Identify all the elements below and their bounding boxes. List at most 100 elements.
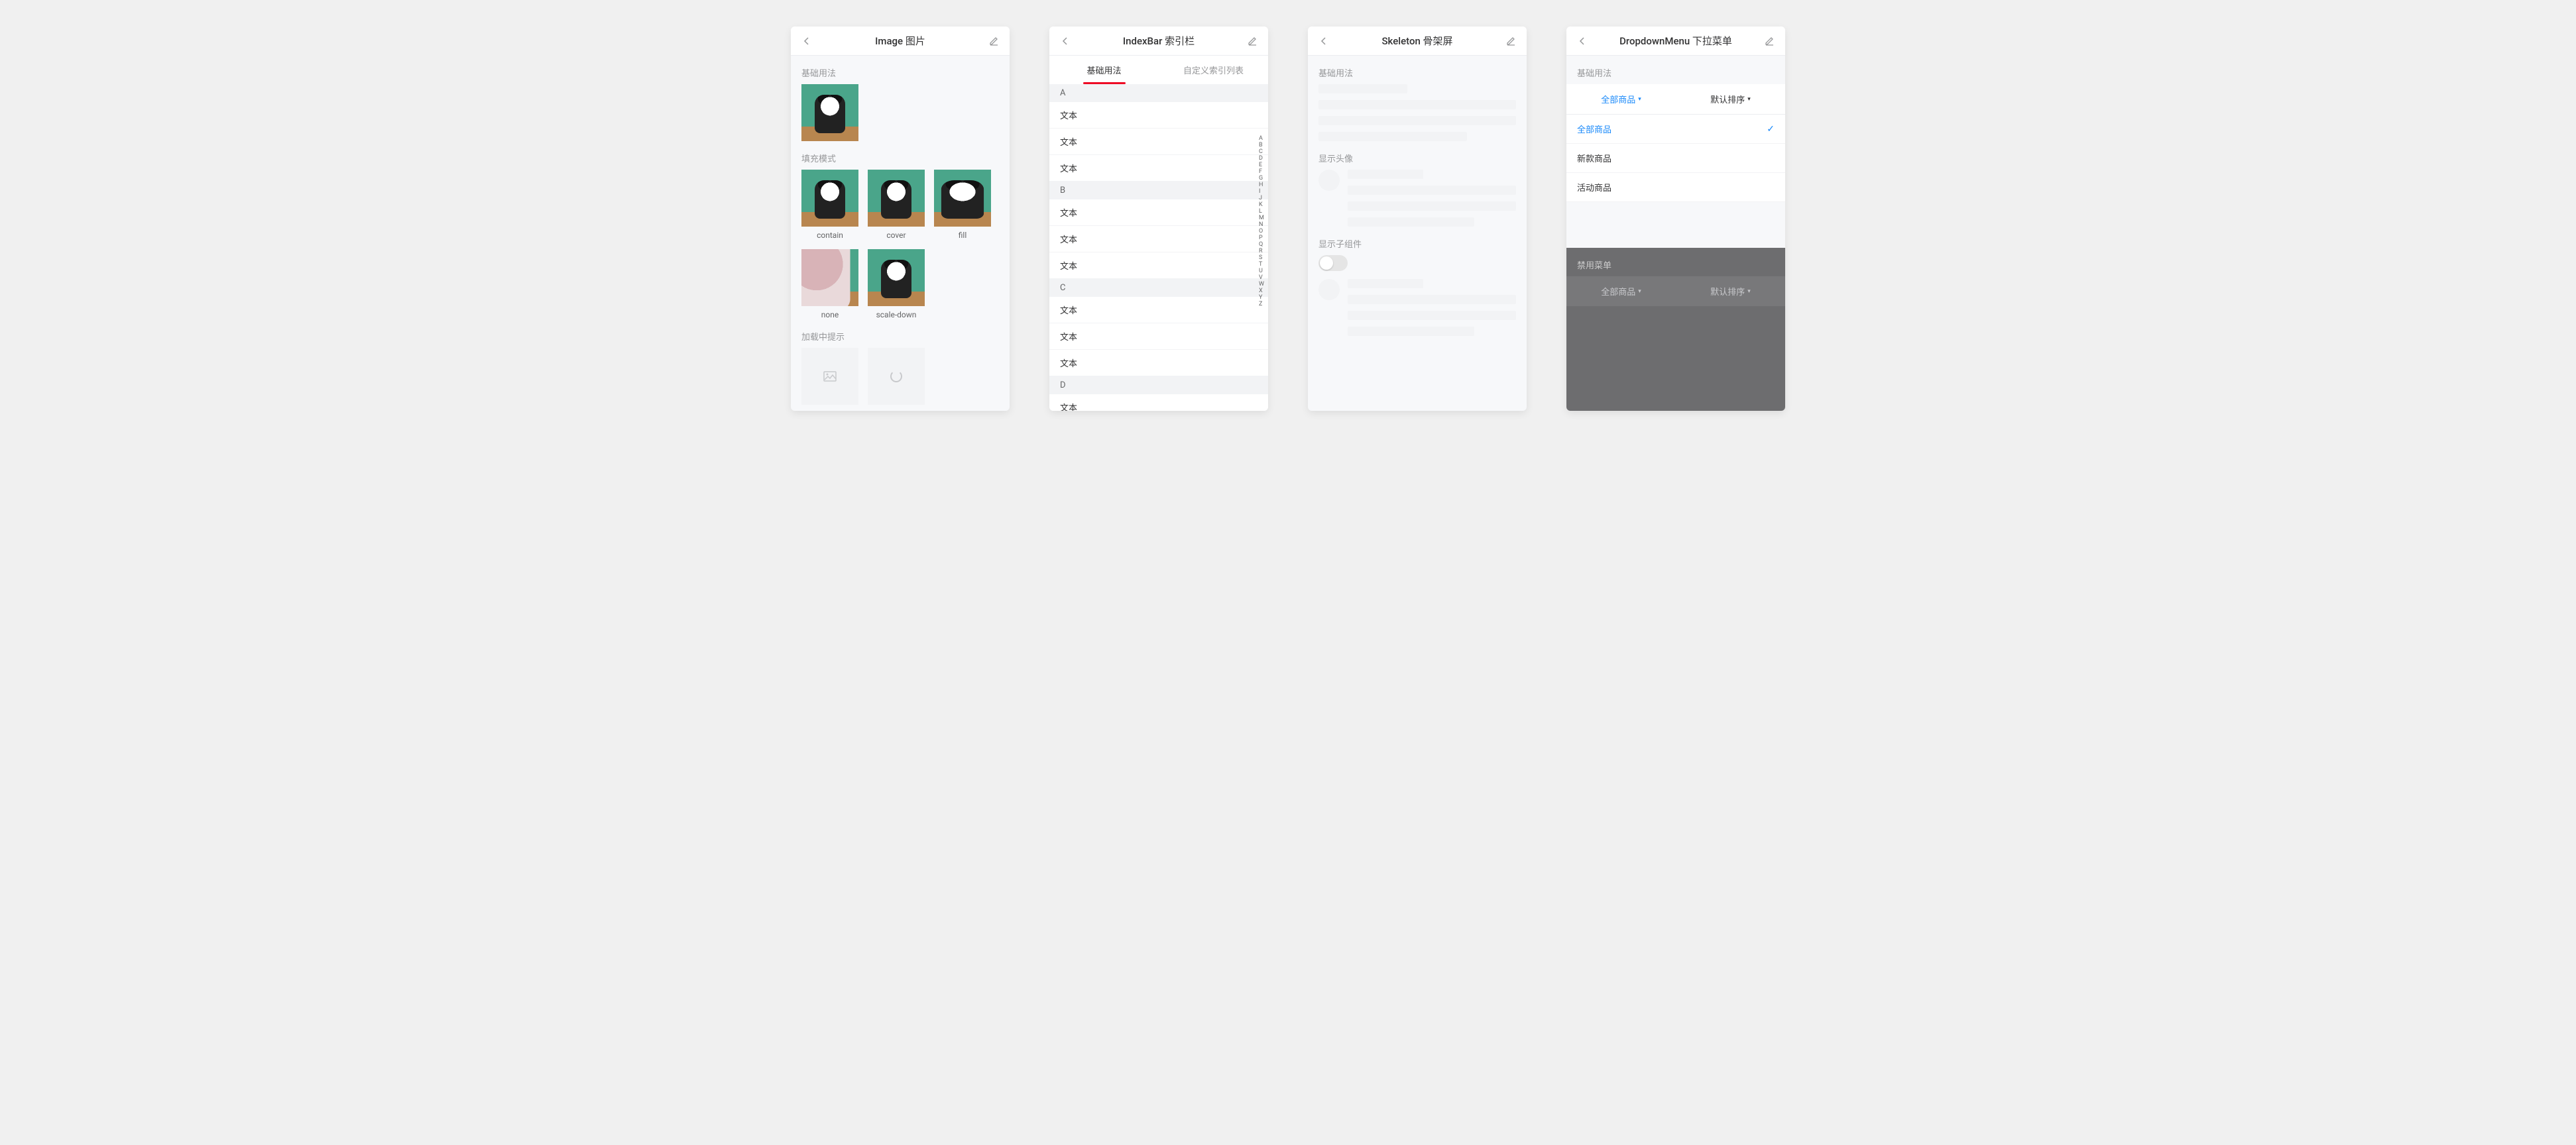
edit-icon[interactable] — [1763, 34, 1776, 48]
mode-label: fill — [959, 231, 967, 240]
tab-basic[interactable]: 基础用法 — [1049, 56, 1159, 84]
index-list[interactable]: A文本文本文本B文本文本文本C文本文本文本D文本 — [1049, 84, 1268, 411]
alpha-letter[interactable]: T — [1259, 261, 1264, 268]
section-child: 显示子组件 — [1308, 227, 1527, 255]
edit-icon[interactable] — [987, 34, 1000, 48]
skeleton-avatar-circle — [1318, 279, 1340, 300]
edit-icon[interactable] — [1246, 34, 1259, 48]
section-avatar: 显示头像 — [1308, 141, 1527, 170]
index-anchor: A — [1049, 84, 1268, 102]
index-cell[interactable]: 文本 — [1049, 102, 1268, 129]
back-icon[interactable] — [1317, 34, 1330, 48]
alpha-letter[interactable]: M — [1259, 215, 1264, 221]
skeleton-row — [1348, 311, 1516, 320]
alpha-letter[interactable]: D — [1259, 155, 1264, 162]
skeleton-basic — [1308, 84, 1527, 141]
alpha-letter[interactable]: E — [1259, 162, 1264, 168]
page-title: Skeleton 骨架屏 — [1381, 34, 1452, 48]
dropdown-options: 全部商品✓新款商品活动商品 — [1566, 115, 1785, 202]
skeleton-avatar — [1308, 170, 1527, 227]
index-cell[interactable]: 文本 — [1049, 129, 1268, 155]
navbar: DropdownMenu 下拉菜单 — [1566, 27, 1785, 56]
skeleton-row — [1348, 295, 1516, 304]
alpha-letter[interactable]: H — [1259, 182, 1264, 188]
image-mode-scale-down: scale-down — [868, 249, 925, 319]
screen-dropdown: DropdownMenu 下拉菜单 基础用法 全部商品 ▾ 默认排序 ▾ 全部商… — [1566, 27, 1785, 411]
alpha-letter[interactable]: B — [1259, 142, 1264, 148]
alpha-letter[interactable]: R — [1259, 248, 1264, 254]
overlay-mask[interactable]: 禁用菜单 全部商品 ▾ 默认排序 ▾ — [1566, 248, 1785, 411]
mode-label: contain — [817, 231, 843, 240]
dropdown-option[interactable]: 新款商品 — [1566, 144, 1785, 173]
skeleton-row — [1318, 116, 1516, 125]
index-cell[interactable]: 文本 — [1049, 199, 1268, 226]
switch-toggle[interactable] — [1318, 255, 1348, 271]
dropdown-trigger-disabled: 默认排序 ▾ — [1676, 276, 1785, 306]
index-cell[interactable]: 文本 — [1049, 323, 1268, 350]
dropdown-trigger-sort[interactable]: 默认排序 ▾ — [1676, 84, 1785, 114]
skeleton-row — [1348, 327, 1474, 336]
index-cell[interactable]: 文本 — [1049, 252, 1268, 279]
alpha-letter[interactable]: K — [1259, 201, 1264, 208]
alpha-letter[interactable]: S — [1259, 254, 1264, 261]
index-cell[interactable]: 文本 — [1049, 394, 1268, 411]
alpha-letter[interactable]: L — [1259, 208, 1264, 215]
alpha-letter[interactable]: J — [1259, 195, 1264, 201]
alpha-letter[interactable]: U — [1259, 268, 1264, 274]
edit-icon[interactable] — [1504, 34, 1517, 48]
mode-label: cover — [886, 231, 906, 240]
alpha-letter[interactable]: C — [1259, 148, 1264, 155]
index-cell[interactable]: 文本 — [1049, 226, 1268, 252]
index-cell[interactable]: 文本 — [1049, 297, 1268, 323]
dropdown-trigger-disabled: 全部商品 ▾ — [1566, 276, 1676, 306]
index-anchor: C — [1049, 279, 1268, 297]
alpha-letter[interactable]: G — [1259, 175, 1264, 182]
section-basic: 基础用法 — [1566, 56, 1785, 84]
dropdown-option[interactable]: 全部商品✓ — [1566, 115, 1785, 144]
page-title: IndexBar 索引栏 — [1123, 34, 1195, 48]
tab-custom[interactable]: 自定义索引列表 — [1159, 56, 1268, 84]
alpha-letter[interactable]: F — [1259, 168, 1264, 175]
index-anchor: D — [1049, 376, 1268, 394]
image-icon — [823, 371, 837, 382]
back-icon[interactable] — [1059, 34, 1072, 48]
alphabet-rail[interactable]: ABCDEFGHIJKLMNOPQRSTUVWXYZ — [1259, 135, 1264, 307]
alpha-letter[interactable]: W — [1259, 281, 1264, 288]
alpha-letter[interactable]: P — [1259, 235, 1264, 241]
alpha-letter[interactable]: O — [1259, 228, 1264, 235]
dropdown-trigger-all[interactable]: 全部商品 ▾ — [1566, 84, 1676, 114]
alpha-letter[interactable]: X — [1259, 288, 1264, 294]
chevron-down-icon: ▾ — [1638, 288, 1641, 295]
alpha-letter[interactable]: V — [1259, 274, 1264, 281]
dropdown-option[interactable]: 活动商品 — [1566, 173, 1785, 202]
image-mode-fill: fill — [934, 170, 991, 240]
section-loading: 加载中提示 — [791, 319, 1010, 348]
dropdown-option-label: 活动商品 — [1577, 181, 1611, 193]
index-cell[interactable]: 文本 — [1049, 155, 1268, 182]
alpha-letter[interactable]: I — [1259, 188, 1264, 195]
skeleton-row — [1348, 186, 1516, 195]
image-basic — [801, 84, 858, 141]
loading-placeholder — [801, 348, 858, 405]
alpha-letter[interactable]: N — [1259, 221, 1264, 228]
tabs: 基础用法 自定义索引列表 — [1049, 56, 1268, 84]
skeleton-row — [1348, 279, 1423, 288]
dropdown-trigger-label: 默认排序 — [1710, 285, 1745, 298]
alpha-letter[interactable]: Y — [1259, 294, 1264, 301]
page-title: Image 图片 — [875, 34, 925, 48]
back-icon[interactable] — [800, 34, 813, 48]
section-disabled: 禁用菜单 — [1566, 248, 1785, 276]
navbar: Image 图片 — [791, 27, 1010, 56]
screen-image: Image 图片 基础用法 填充模式 contain cover fill — [791, 27, 1010, 411]
section-basic: 基础用法 — [1308, 56, 1527, 84]
alpha-letter[interactable]: A — [1259, 135, 1264, 142]
image-mode-none: none — [801, 249, 858, 319]
index-cell[interactable]: 文本 — [1049, 350, 1268, 376]
alpha-letter[interactable]: Z — [1259, 301, 1264, 307]
mode-label: none — [821, 310, 839, 319]
chevron-down-icon: ▾ — [1747, 288, 1751, 295]
alpha-letter[interactable]: Q — [1259, 241, 1264, 248]
back-icon[interactable] — [1576, 34, 1589, 48]
check-icon: ✓ — [1767, 124, 1775, 135]
skeleton-child — [1308, 279, 1527, 336]
